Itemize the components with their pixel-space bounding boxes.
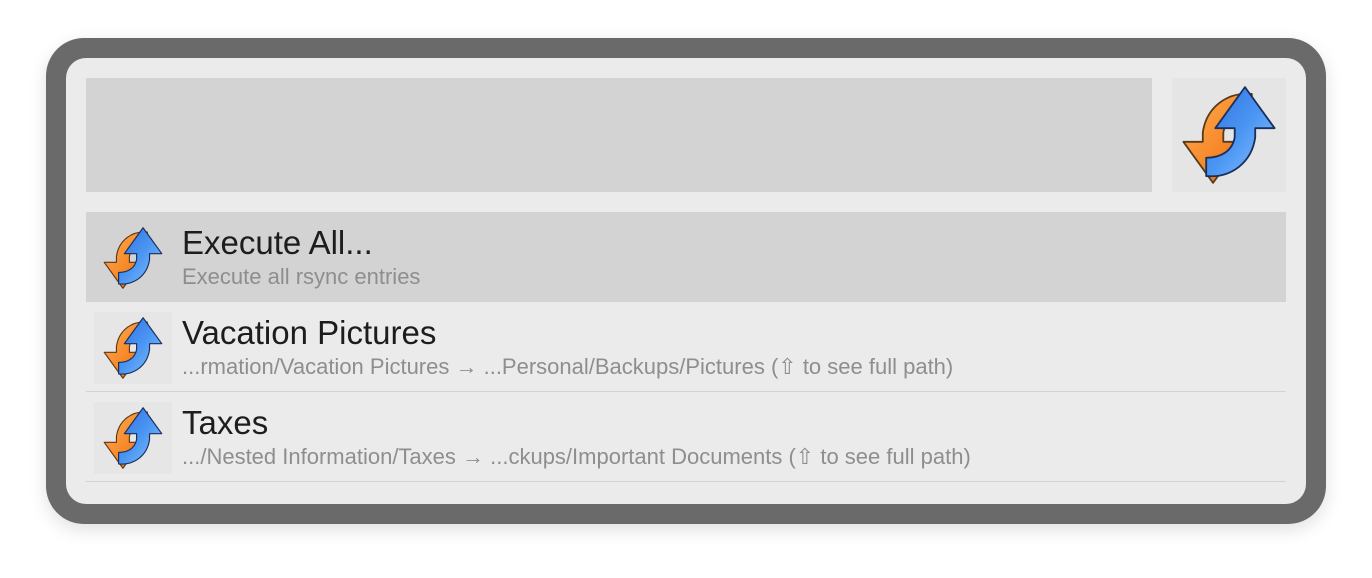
result-subtitle: Execute all rsync entries bbox=[182, 264, 421, 289]
result-icon bbox=[94, 402, 172, 474]
result-icon bbox=[94, 222, 172, 294]
result-title: Taxes bbox=[182, 404, 269, 441]
sync-arrows-icon bbox=[94, 312, 172, 384]
launcher-window: Execute All... Execute all rsync entries… bbox=[46, 38, 1326, 524]
results-list: Execute All... Execute all rsync entries… bbox=[86, 212, 1286, 482]
result-item-taxes[interactable]: Taxes .../Nested Information/Taxes → ...… bbox=[86, 392, 1286, 482]
result-subtitle: ...rmation/Vacation Pictures → ...Person… bbox=[182, 354, 954, 379]
sync-arrows-icon bbox=[94, 402, 172, 474]
result-title: Vacation Pictures bbox=[182, 314, 437, 351]
search-input[interactable] bbox=[86, 78, 1152, 192]
result-item-vacation-pictures[interactable]: Vacation Pictures ...rmation/Vacation Pi… bbox=[86, 302, 1286, 392]
workflow-icon bbox=[1172, 78, 1286, 192]
result-icon bbox=[94, 312, 172, 384]
result-subtitle: .../Nested Information/Taxes → ...ckups/… bbox=[182, 444, 971, 469]
result-title: Execute All... bbox=[182, 224, 373, 261]
result-item-execute-all[interactable]: Execute All... Execute all rsync entries bbox=[86, 212, 1286, 302]
launcher-panel: Execute All... Execute all rsync entries… bbox=[66, 58, 1306, 504]
sync-arrows-icon bbox=[94, 222, 172, 294]
sync-arrows-icon bbox=[1172, 78, 1286, 192]
